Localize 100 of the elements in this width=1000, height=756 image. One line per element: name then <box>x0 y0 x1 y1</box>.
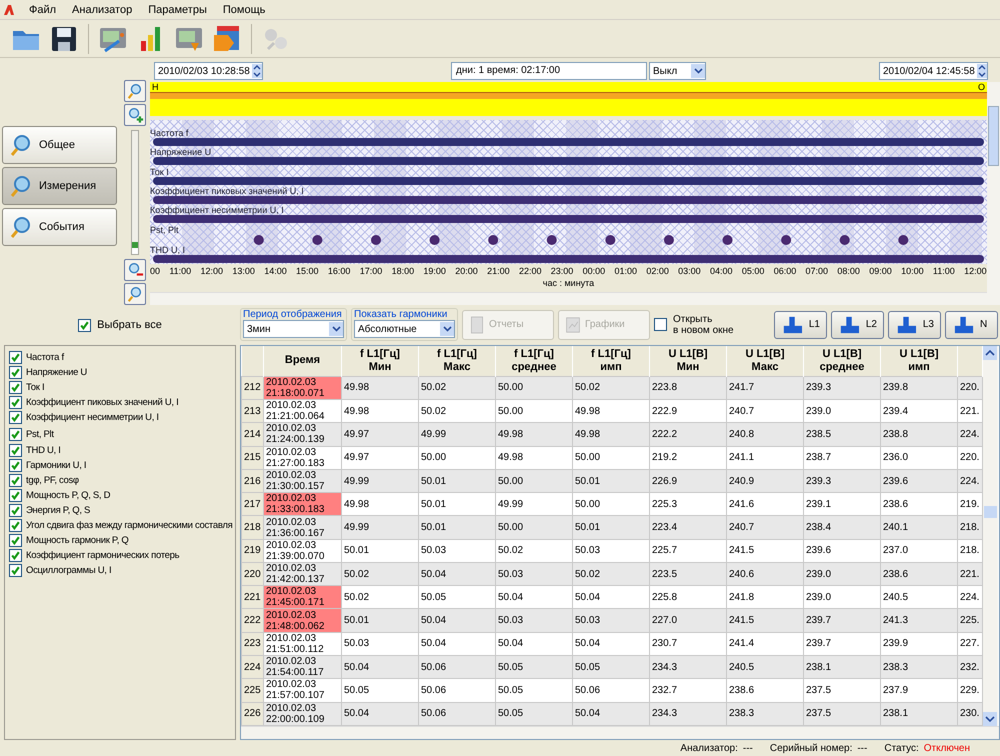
axis-label: 05:00 <box>742 265 764 278</box>
phase-icon <box>895 314 919 335</box>
menu-item[interactable]: Параметры <box>142 4 213 16</box>
magnifier-icon <box>9 215 33 239</box>
vertical-scrollbar[interactable] <box>987 82 1000 305</box>
phase-button[interactable]: L3 <box>888 310 941 339</box>
column-header[interactable]: U L1[В] Мин <box>650 346 726 376</box>
table-cell: 50.01 <box>418 516 496 540</box>
scroll-thumb[interactable] <box>984 506 997 518</box>
menu-item[interactable]: Файл <box>23 4 62 16</box>
start-time-field[interactable]: 2010/02/03 10:28:58 <box>154 62 263 80</box>
column-header[interactable]: f L1[Гц] среднее <box>496 346 572 376</box>
row-number: 212 <box>242 376 264 400</box>
column-header[interactable]: U L1[В] Макс <box>726 346 804 376</box>
timeline-row-label: Pst, Plt <box>150 224 179 235</box>
table-cell: 238.3 <box>880 656 958 679</box>
table-cell: 50.06 <box>418 656 496 679</box>
zoom-in-button[interactable] <box>124 104 146 126</box>
parameter-checkbox[interactable]: Коэффициент несимметрии U, I <box>9 410 235 425</box>
caret-icon[interactable] <box>440 322 454 336</box>
row-number: 214 <box>242 422 264 446</box>
vertical-scrollbar[interactable] <box>983 346 998 726</box>
table-cell: 240.8 <box>726 422 804 446</box>
caret-icon[interactable] <box>329 322 343 336</box>
parameter-checkbox[interactable]: Pst, Plt <box>9 425 235 443</box>
scroll-up-icon[interactable] <box>983 346 997 360</box>
period-dropdown[interactable]: 3мин <box>243 320 344 338</box>
axis-label: 09:00 <box>869 265 892 278</box>
column-header[interactable]: Время <box>264 346 342 376</box>
parameter-checkbox[interactable]: Осциллограммы U, I <box>9 563 235 578</box>
row-number: 223 <box>242 632 264 656</box>
timeline-row-label: Ток I <box>150 166 169 177</box>
table-cell: 240.1 <box>880 516 958 540</box>
menu-item[interactable]: Анализатор <box>66 4 138 16</box>
table-cell: 234.3 <box>650 656 726 679</box>
table-cell: 50.04 <box>342 656 418 679</box>
table-cell: 237.5 <box>804 702 880 726</box>
row-number: 225 <box>242 678 264 702</box>
parameter-checkbox[interactable]: Частота f <box>9 350 235 365</box>
table-cell: 50.04 <box>418 562 496 586</box>
time-cell: 2010.02.03 21:45:00.171 <box>264 586 342 609</box>
parameter-checkbox[interactable]: Угол сдвига фаз между гармоническими составля <box>9 518 235 533</box>
horizontal-scrollbar[interactable] <box>241 726 999 739</box>
nav-button[interactable]: Общее <box>2 126 117 164</box>
parameter-checkbox[interactable]: Гармоники U, I <box>9 458 235 473</box>
zoom-fit-button[interactable] <box>124 80 146 102</box>
column-header[interactable]: f L1[Гц] Макс <box>418 346 496 376</box>
table-cell: 218. <box>958 516 982 540</box>
magnifier-icon <box>9 133 33 157</box>
spinner-icon[interactable] <box>977 64 987 78</box>
parameter-checkbox[interactable]: Напряжение U <box>9 365 235 380</box>
end-time-field[interactable]: 2010/02/04 12:45:58 <box>879 62 988 80</box>
phase-button[interactable]: L1 <box>774 310 827 339</box>
time-cell: 2010.02.03 21:39:00.070 <box>264 539 342 562</box>
duration-field[interactable]: дни: 1 время: 02:17:00 <box>451 62 647 80</box>
app-logo-icon <box>3 4 15 16</box>
column-header[interactable]: U L1[В] имп <box>880 346 958 376</box>
parameter-checkbox[interactable]: Мощность P, Q, S, D <box>9 488 235 503</box>
parameter-checkbox[interactable]: THD U, I <box>9 443 235 458</box>
parameter-checkbox[interactable]: Мощность гармоник P, Q <box>9 533 235 548</box>
time-cell: 2010.02.03 21:30:00.157 <box>264 469 342 493</box>
column-header[interactable]: f L1[Гц] имп <box>572 346 650 376</box>
parameter-checkbox[interactable]: Коэффициент пиковых значений U, I <box>9 395 235 410</box>
parameter-checkbox[interactable]: tgφ, PF, cosφ <box>9 473 235 488</box>
nav-button[interactable]: Измерения <box>2 167 117 205</box>
axis-label: 16:00 <box>328 265 350 278</box>
document-icon <box>469 314 485 335</box>
scroll-down-icon[interactable] <box>983 712 997 726</box>
zoom-out-button[interactable] <box>124 259 146 281</box>
column-header[interactable]: f L1[Гц] Мин <box>342 346 418 376</box>
table-cell: 225.7 <box>650 539 726 562</box>
parameter-checkbox[interactable]: Ток I <box>9 380 235 395</box>
phase-button[interactable]: N <box>945 310 998 339</box>
table-cell: 241.3 <box>880 608 958 632</box>
harmonics-dropdown[interactable]: Абсолютные <box>354 320 455 338</box>
row-number: 221 <box>242 586 264 609</box>
axis-label: 03:00 <box>678 265 701 278</box>
table-cell: 50.01 <box>418 469 496 493</box>
new-window-checkbox[interactable]: Открыть в новом окне <box>654 314 734 336</box>
axis-label: 21:00 <box>487 265 510 278</box>
table-cell: 50.03 <box>572 608 650 632</box>
caret-icon[interactable] <box>691 64 705 78</box>
row-number: 224 <box>242 656 264 679</box>
range-selector[interactable]: Н О <box>150 82 987 116</box>
parameter-checkbox[interactable]: Энергия P, Q, S <box>9 503 235 518</box>
zoom-slider[interactable] <box>131 130 139 255</box>
nav-button[interactable]: События <box>2 208 117 246</box>
column-header[interactable]: U L1[В] среднее <box>804 346 880 376</box>
phase-button[interactable]: L2 <box>831 310 884 339</box>
zoom-reset-button[interactable] <box>124 283 146 305</box>
status-value: Отключен <box>924 742 970 754</box>
menu-item[interactable]: Помощь <box>216 4 272 16</box>
spinner-icon[interactable] <box>252 64 262 78</box>
parameter-checkbox[interactable]: Коэффициент гармонических потерь <box>9 548 235 563</box>
phase-icon <box>952 314 976 335</box>
select-all-checkbox[interactable]: Выбрать все <box>78 318 162 332</box>
timeline-row-label: Напряжение U <box>150 147 212 158</box>
mode-dropdown[interactable]: Выкл <box>649 62 706 80</box>
scroll-thumb[interactable] <box>988 106 999 166</box>
table-cell: 226.9 <box>650 469 726 493</box>
